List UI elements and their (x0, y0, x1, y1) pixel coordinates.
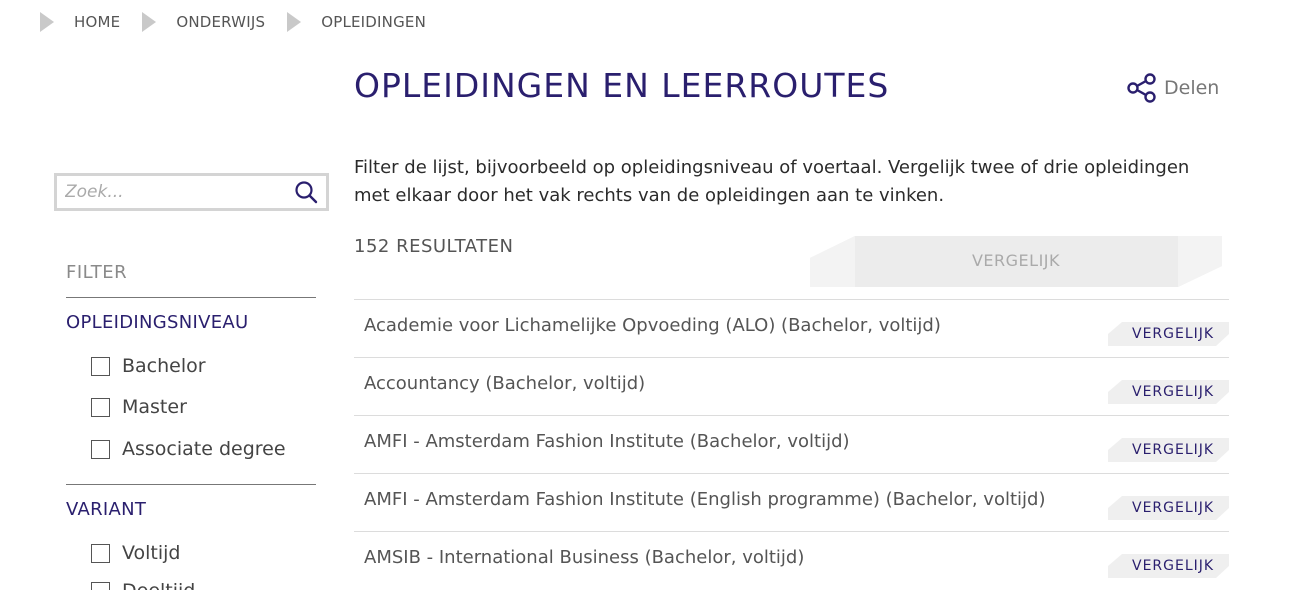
checkbox-deeltijd[interactable]: Deeltijd (91, 580, 195, 590)
search-icon[interactable] (292, 178, 320, 206)
compare-toggle-button[interactable]: VERGELIJK (1108, 438, 1229, 462)
program-link[interactable]: AMSIB - International Business (Bachelor… (364, 547, 804, 568)
list-item: Accountancy (Bachelor, voltijd) VERGELIJ… (354, 357, 1229, 415)
program-link[interactable]: AMFI - Amsterdam Fashion Institute (Bach… (364, 431, 850, 452)
share-label: Delen (1164, 77, 1220, 99)
checkbox[interactable] (91, 397, 110, 417)
filter-group-opleidingsniveau[interactable]: OPLEIDINGSNIVEAU (66, 312, 249, 333)
program-link[interactable]: Academie voor Lichamelijke Opvoeding (AL… (364, 315, 941, 336)
breadcrumb-item-opleidingen[interactable]: OPLEIDINGEN (287, 12, 448, 32)
compare-toggle-button[interactable]: VERGELIJK (1108, 496, 1229, 520)
breadcrumb-label[interactable]: OPLEIDINGEN (321, 13, 426, 31)
compare-toggle-label: VERGELIJK (1132, 384, 1215, 400)
breadcrumb-label[interactable]: ONDERWIJS (176, 13, 265, 31)
checkbox[interactable] (91, 439, 110, 459)
results-list: Academie voor Lichamelijke Opvoeding (AL… (354, 299, 1229, 589)
filter-group-variant[interactable]: VARIANT (66, 499, 146, 520)
list-item: AMFI - Amsterdam Fashion Institute (Bach… (354, 415, 1229, 473)
page-title: OPLEIDINGEN EN LEERROUTES (354, 66, 890, 105)
list-item: AMFI - Amsterdam Fashion Institute (Engl… (354, 473, 1229, 531)
checkbox[interactable] (91, 543, 110, 563)
checkbox-label: Deeltijd (122, 580, 195, 590)
compare-toggle-button[interactable]: VERGELIJK (1108, 380, 1229, 404)
divider (66, 297, 316, 298)
intro-text: Filter de lijst, bijvoorbeeld op opleidi… (354, 157, 1190, 206)
share-button[interactable]: Delen (1126, 72, 1219, 104)
breadcrumb-item-onderwijs[interactable]: ONDERWIJS (142, 12, 287, 32)
compare-toggle-label: VERGELIJK (1132, 500, 1215, 516)
checkbox[interactable] (91, 356, 110, 376)
checkbox-associate-degree[interactable]: Associate degree (91, 438, 286, 460)
checkbox-label: Associate degree (122, 438, 286, 460)
divider (66, 484, 316, 485)
program-link[interactable]: Accountancy (Bachelor, voltijd) (364, 373, 645, 394)
breadcrumb: HOME ONDERWIJS OPLEIDINGEN (40, 12, 448, 32)
checkbox-master[interactable]: Master (91, 396, 187, 418)
program-link[interactable]: AMFI - Amsterdam Fashion Institute (Engl… (364, 489, 1045, 510)
checkbox-label: Master (122, 396, 187, 418)
list-item: Academie voor Lichamelijke Opvoeding (AL… (354, 299, 1229, 357)
chevron-right-icon (287, 12, 302, 32)
breadcrumb-item-home[interactable]: HOME (40, 12, 142, 32)
filter-heading: FILTER (66, 262, 128, 283)
search-box (54, 173, 329, 211)
compare-button[interactable]: VERGELIJK (810, 236, 1222, 287)
checkbox-label: Voltijd (122, 542, 181, 564)
share-icon (1127, 73, 1156, 103)
checkbox-voltijd[interactable]: Voltijd (91, 542, 181, 564)
results-count: 152 RESULTATEN (354, 236, 514, 257)
compare-toggle-label: VERGELIJK (1132, 326, 1215, 342)
search-input[interactable] (57, 176, 292, 208)
compare-button-label: VERGELIJK (971, 251, 1061, 270)
list-item: AMSIB - International Business (Bachelor… (354, 531, 1229, 589)
breadcrumb-label[interactable]: HOME (74, 13, 120, 31)
checkbox-label: Bachelor (122, 355, 206, 377)
compare-toggle-button[interactable]: VERGELIJK (1108, 554, 1229, 578)
checkbox-bachelor[interactable]: Bachelor (91, 355, 206, 377)
checkbox[interactable] (91, 581, 110, 590)
compare-toggle-label: VERGELIJK (1132, 558, 1215, 574)
chevron-right-icon (142, 12, 157, 32)
compare-toggle-button[interactable]: VERGELIJK (1108, 322, 1229, 346)
compare-toggle-label: VERGELIJK (1132, 442, 1215, 458)
chevron-right-icon (40, 12, 54, 32)
